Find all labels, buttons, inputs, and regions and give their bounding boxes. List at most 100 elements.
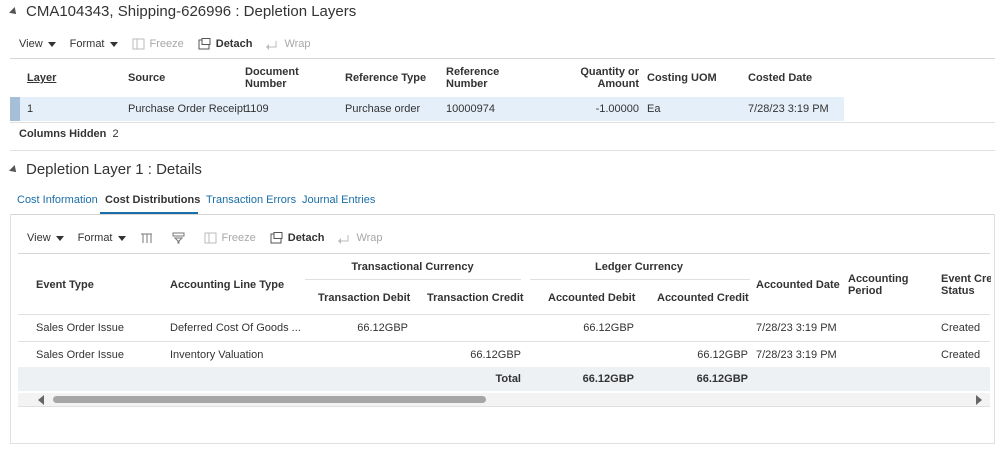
cell-transaction-credit: 66.12GBP — [470, 349, 521, 361]
wrap-label: Wrap — [284, 38, 311, 50]
detach-icon — [198, 38, 211, 50]
query-by-example-icon — [172, 232, 185, 244]
filter-button[interactable] — [172, 232, 190, 244]
cost-distributions-toolbar: View Format Freeze Detach Wrap — [27, 228, 397, 248]
columns-hidden-label: Columns Hidden — [19, 128, 107, 140]
cell-event-type: Sales Order Issue — [36, 349, 125, 361]
scrollbar-thumb[interactable] — [53, 396, 486, 403]
view-menu[interactable]: View — [27, 232, 64, 244]
cell-accounted-date: 7/28/23 3:19 PM — [756, 349, 837, 361]
cell-quantity: -1.00000 — [595, 103, 639, 115]
freeze-label: Freeze — [149, 38, 184, 50]
scroll-right-icon[interactable] — [976, 395, 982, 405]
col-reference-number-2[interactable]: Number — [446, 78, 488, 90]
cell-accounted-date: 7/28/23 3:19 PM — [756, 322, 837, 334]
cell-costing-uom: Ea — [647, 103, 661, 115]
wrap-button[interactable]: Wrap — [266, 38, 311, 50]
layers-table-top-border — [10, 58, 995, 59]
transactional-currency-divider — [305, 279, 521, 280]
col-document-number-2[interactable]: Number — [245, 78, 287, 90]
tab-transaction-errors[interactable]: Transaction Errors — [206, 194, 296, 206]
chevron-down-icon — [109, 41, 118, 47]
cell-accounted-debit: 66.12GBP — [583, 322, 634, 334]
col-accounting-period-1[interactable]: Accounting — [848, 273, 909, 285]
wrap-button[interactable]: Wrap — [338, 232, 383, 244]
detach-label: Detach — [287, 232, 325, 244]
columns-hidden: Columns Hidden 2 — [19, 127, 119, 141]
col-costed-date[interactable]: Costed Date — [748, 72, 812, 84]
col-event-status-2[interactable]: Status — [941, 285, 975, 297]
section-divider — [10, 150, 995, 151]
scroll-left-icon[interactable] — [38, 395, 44, 405]
cell-event-status: Created — [941, 349, 981, 361]
chevron-down-icon — [117, 235, 126, 241]
detach-button[interactable]: Detach — [270, 232, 325, 244]
col-document-number-1[interactable]: Document — [245, 66, 299, 78]
cell-transaction-debit: 66.12GBP — [357, 322, 408, 334]
view-menu[interactable]: View — [19, 38, 56, 50]
col-transactional-currency[interactable]: Transactional Currency — [305, 261, 520, 273]
view-label: View — [19, 38, 43, 50]
freeze-icon — [132, 38, 145, 50]
depletion-layers-header[interactable]: CMA104343, Shipping-626996 : Depletion L… — [9, 3, 357, 20]
detach-icon — [270, 232, 283, 244]
col-transaction-debit[interactable]: Transaction Debit — [318, 292, 410, 304]
col-quantity-1[interactable]: Quantity or — [540, 66, 639, 78]
collapse-icon[interactable] — [9, 6, 19, 17]
freeze-icon — [204, 232, 217, 244]
cell-costed-date: 7/28/23 3:19 PM — [748, 103, 829, 115]
freeze-label: Freeze — [221, 232, 256, 244]
detach-button[interactable]: Detach — [198, 38, 253, 50]
format-label: Format — [69, 38, 105, 50]
depletion-layers-toolbar: View Format Freeze Detach Wrap — [19, 34, 325, 54]
cell-reference-type: Purchase order — [345, 103, 421, 115]
col-reference-type[interactable]: Reference Type — [345, 72, 426, 84]
columns-hidden-count: 2 — [112, 128, 119, 140]
col-reference-number-1[interactable]: Reference — [446, 66, 499, 78]
total-label: Total — [495, 373, 521, 385]
panel-left-border — [10, 214, 11, 444]
columns-icon — [140, 232, 153, 244]
col-accounted-credit[interactable]: Accounted Credit — [657, 292, 749, 304]
col-accounting-period-2[interactable]: Period — [848, 285, 882, 297]
details-header[interactable]: Depletion Layer 1 : Details — [9, 161, 202, 178]
tab-journal-entries[interactable]: Journal Entries — [302, 194, 375, 206]
col-costing-uom[interactable]: Costing UOM — [647, 72, 717, 84]
cell-event-status: Created — [941, 322, 981, 334]
wrap-icon — [266, 38, 279, 50]
detach-label: Detach — [215, 38, 253, 50]
col-transaction-credit[interactable]: Transaction Credit — [427, 292, 524, 304]
chevron-down-icon — [47, 41, 56, 47]
cell-layer: 1 — [27, 103, 34, 115]
cell-document-number: 1109 — [245, 103, 269, 115]
tab-cost-information[interactable]: Cost Information — [17, 194, 98, 206]
cell-event-type: Sales Order Issue — [36, 322, 125, 334]
total-accounted-credit: 66.12GBP — [696, 373, 748, 385]
collapse-icon[interactable] — [9, 164, 19, 175]
depletion-layers-title: CMA104343, Shipping-626996 : Depletion L… — [26, 3, 357, 20]
col-event-status-1[interactable]: Event Cre — [941, 273, 991, 285]
wrap-icon — [338, 232, 351, 244]
freeze-button[interactable]: Freeze — [132, 38, 184, 50]
col-source[interactable]: Source — [128, 72, 165, 84]
cell-source: Purchase Order Receipt — [128, 103, 246, 115]
col-accounted-date[interactable]: Accounted Date — [756, 279, 840, 291]
columns-button[interactable] — [140, 232, 158, 244]
row-selection-marker — [10, 97, 20, 121]
tabs-bottom-border — [10, 214, 995, 215]
panel-right-border — [994, 214, 995, 444]
ledger-currency-divider — [530, 279, 750, 280]
col-event-type[interactable]: Event Type — [36, 279, 94, 291]
format-menu[interactable]: Format — [70, 38, 118, 50]
col-quantity-2[interactable]: Amount — [540, 78, 639, 90]
row-divider — [18, 341, 990, 342]
freeze-button[interactable]: Freeze — [204, 232, 256, 244]
col-accounting-line-type[interactable]: Accounting Line Type — [170, 279, 284, 291]
col-accounted-debit[interactable]: Accounted Debit — [548, 292, 635, 304]
col-ledger-currency[interactable]: Ledger Currency — [530, 261, 748, 273]
tab-cost-distributions[interactable]: Cost Distributions — [105, 194, 200, 206]
format-menu[interactable]: Format — [78, 232, 126, 244]
distributions-table-top-border — [18, 253, 990, 254]
col-layer[interactable]: Layer — [27, 72, 56, 84]
cell-reference-number: 10000974 — [446, 103, 495, 115]
